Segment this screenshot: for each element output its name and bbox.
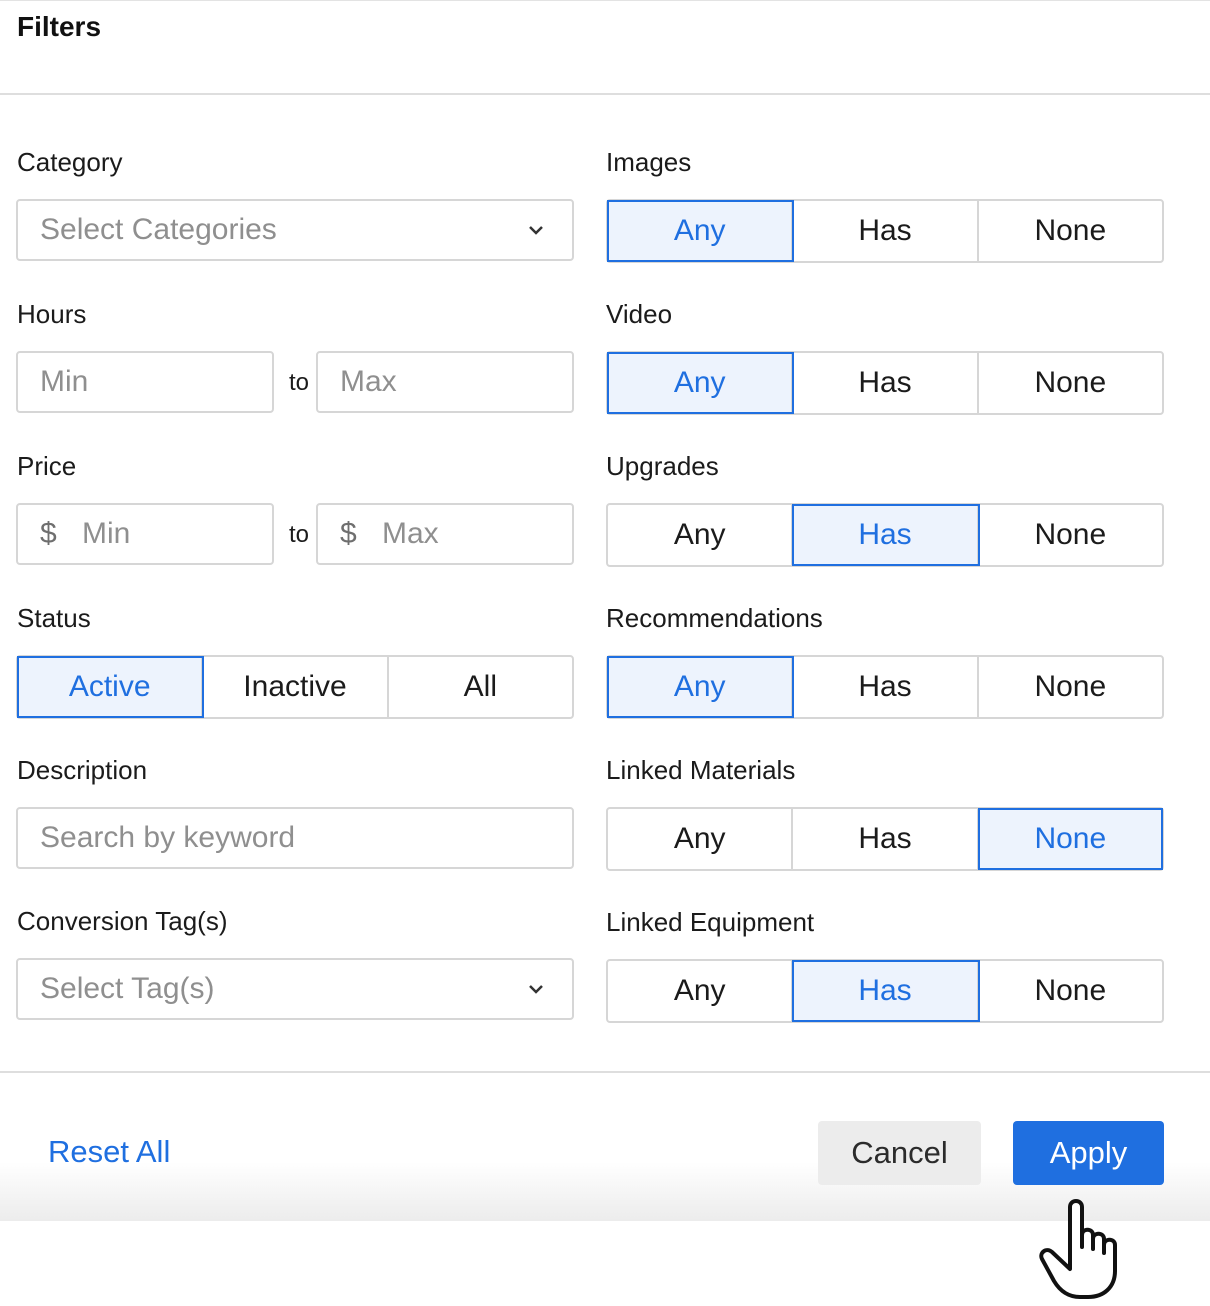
status-option-active[interactable]: Active	[16, 656, 205, 718]
images-option-has[interactable]: Has	[793, 201, 979, 261]
price-label: Price	[17, 451, 77, 481]
description-placeholder: Search by keyword	[40, 821, 296, 854]
linked-equipment-option-any[interactable]: Any	[608, 961, 794, 1021]
status-option-all[interactable]: All	[389, 657, 572, 717]
chevron-down-icon	[529, 985, 543, 994]
linked-equipment-option-none[interactable]: None	[979, 961, 1162, 1021]
conversion-tags-placeholder: Select Tag(s)	[40, 972, 215, 1005]
linked-materials-segmented-control: Any Has None	[606, 807, 1164, 871]
upgrades-option-any[interactable]: Any	[608, 505, 794, 565]
hours-to-label: to	[289, 369, 310, 396]
status-segmented-control: Active Inactive All	[16, 655, 574, 719]
video-label: Video	[606, 299, 673, 329]
reset-all-link[interactable]: Reset All	[48, 1134, 170, 1170]
category-select[interactable]: Select Categories	[16, 199, 574, 261]
apply-button[interactable]: Apply	[1013, 1121, 1164, 1185]
linked-materials-label: Linked Materials	[606, 755, 796, 785]
upgrades-segmented-control: Any Has None	[606, 503, 1164, 567]
images-option-none[interactable]: None	[979, 201, 1162, 261]
hours-min-placeholder: Min	[40, 365, 89, 398]
hours-max-placeholder: Max	[340, 365, 397, 398]
status-option-inactive[interactable]: Inactive	[203, 657, 389, 717]
recommendations-option-any[interactable]: Any	[606, 656, 795, 718]
chevron-down-icon	[529, 226, 543, 235]
price-min-input[interactable]: $ Min	[16, 503, 274, 565]
recommendations-option-has[interactable]: Has	[793, 657, 979, 717]
recommendations-label: Recommendations	[606, 603, 823, 633]
video-option-has[interactable]: Has	[793, 353, 979, 413]
upgrades-option-has[interactable]: Has	[792, 504, 980, 566]
hours-label: Hours	[17, 299, 87, 329]
category-placeholder: Select Categories	[40, 213, 277, 246]
price-min-placeholder: Min	[82, 517, 131, 550]
linked-materials-option-any[interactable]: Any	[608, 809, 794, 869]
description-label: Description	[17, 755, 148, 785]
price-max-placeholder: Max	[382, 517, 439, 550]
conversion-tags-label: Conversion Tag(s)	[17, 906, 228, 936]
description-search-input[interactable]: Search by keyword	[16, 807, 574, 869]
conversion-tags-select[interactable]: Select Tag(s)	[16, 958, 574, 1020]
images-label: Images	[606, 147, 692, 177]
linked-equipment-segmented-control: Any Has None	[606, 959, 1164, 1023]
price-max-input[interactable]: $ Max	[316, 503, 574, 565]
price-to-label: to	[289, 521, 310, 548]
video-segmented-control: Any Has None	[606, 351, 1164, 415]
video-option-any[interactable]: Any	[606, 352, 795, 414]
hours-max-input[interactable]: Max	[316, 351, 574, 413]
dollar-icon: $	[340, 517, 357, 550]
upgrades-option-none[interactable]: None	[979, 505, 1162, 565]
images-option-any[interactable]: Any	[606, 200, 795, 262]
dollar-icon: $	[40, 517, 57, 550]
hours-min-input[interactable]: Min	[16, 351, 274, 413]
hand-pointer-icon	[1039, 1199, 1117, 1299]
video-option-none[interactable]: None	[979, 353, 1162, 413]
category-label: Category	[17, 147, 123, 177]
linked-materials-option-none[interactable]: None	[977, 808, 1163, 870]
panel-title: Filters	[17, 11, 102, 42]
filters-panel: Filters Category Select Categories Hours…	[0, 0, 1210, 1221]
images-segmented-control: Any Has None	[606, 199, 1164, 263]
linked-equipment-option-has[interactable]: Has	[792, 960, 980, 1022]
recommendations-segmented-control: Any Has None	[606, 655, 1164, 719]
recommendations-option-none[interactable]: None	[979, 657, 1162, 717]
linked-materials-option-has[interactable]: Has	[793, 809, 979, 869]
upgrades-label: Upgrades	[606, 451, 719, 481]
status-label: Status	[17, 603, 91, 633]
header-divider	[0, 93, 1210, 95]
cancel-button[interactable]: Cancel	[818, 1121, 981, 1185]
linked-equipment-label: Linked Equipment	[606, 907, 815, 937]
